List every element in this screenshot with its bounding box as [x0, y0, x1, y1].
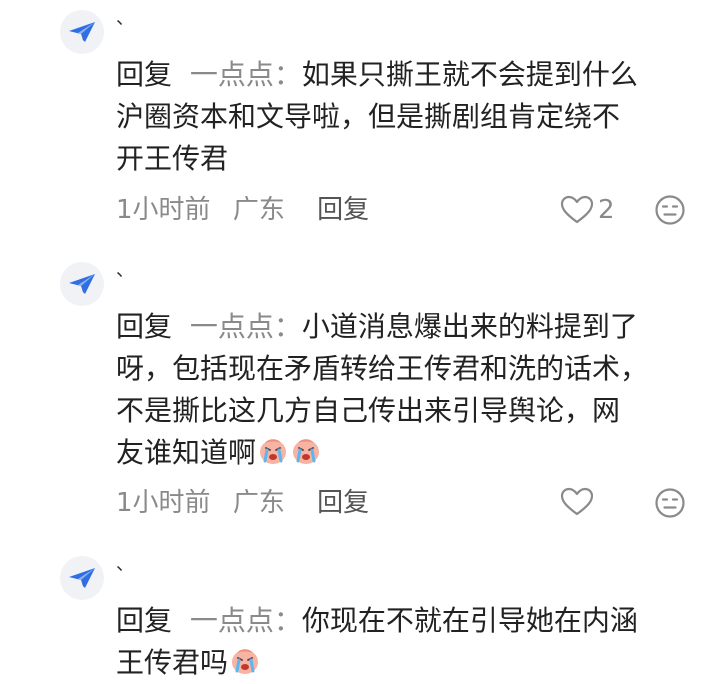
reply-target-user[interactable]: 一点点 [190, 604, 274, 637]
like-button[interactable]: 2 [560, 194, 615, 226]
comment-text: 回复 一点点：如果只撕王就不会提到什么 沪圈资本和文导啦，但是撕剧组肯定绕不 开… [116, 54, 706, 180]
like-count: 2 [598, 195, 615, 225]
reply-button[interactable]: 回复 [317, 195, 369, 225]
reply-colon: ： [273, 58, 302, 91]
comment-time: 1小时前 [116, 195, 211, 225]
paper-plane-icon [69, 274, 95, 294]
avatar[interactable] [60, 10, 104, 54]
reply-button[interactable]: 回复 [317, 488, 369, 518]
crying-face-emoji [260, 439, 287, 464]
avatar[interactable] [60, 556, 104, 600]
reply-prefix: 回复 [116, 604, 173, 637]
comment-location: 广东 [232, 488, 285, 518]
heart-outline-icon [560, 195, 594, 224]
crying-face-emoji [293, 439, 320, 464]
reply-prefix: 回复 [116, 58, 173, 91]
username[interactable]: 、 [116, 262, 134, 280]
comment-location: 广东 [232, 195, 285, 225]
like-button[interactable] [560, 487, 598, 517]
comment-text: 回复 一点点：你现在不就在引导她在内涵 王传君吗 [116, 600, 706, 684]
avatar[interactable] [60, 262, 104, 306]
heart-outline-icon [560, 487, 594, 516]
reply-target-user[interactable]: 一点点 [190, 310, 274, 343]
paper-plane-icon [69, 568, 95, 588]
comment-meta: 1小时前 广东 回复 [116, 194, 369, 226]
crying-face-emoji [232, 649, 259, 674]
comment-meta: 1小时前 广东 回复 [116, 487, 369, 519]
reply-colon: ： [273, 604, 302, 637]
comment-text: 回复 一点点：小道消息爆出来的料提到了 呀，包括现在矛盾转给王传君和洗的话术， … [116, 306, 706, 474]
paper-plane-icon [69, 22, 95, 42]
reply-prefix: 回复 [116, 310, 173, 343]
username[interactable]: 、 [116, 556, 134, 574]
reply-target-user[interactable]: 一点点 [190, 58, 274, 91]
reply-colon: ： [273, 310, 302, 343]
comment-time: 1小时前 [116, 488, 211, 518]
meh-face-icon[interactable] [654, 194, 686, 226]
username[interactable]: 、 [116, 10, 134, 28]
meh-face-icon[interactable] [654, 487, 686, 519]
